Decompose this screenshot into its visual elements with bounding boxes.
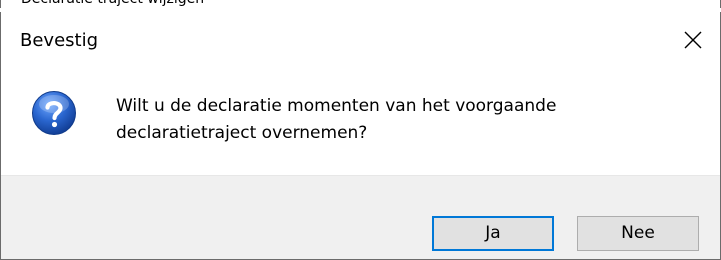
confirm-dialog: Bevestig Wilt u de declaratie momenten v… bbox=[0, 12, 721, 260]
no-button[interactable]: Nee bbox=[577, 216, 699, 251]
close-button[interactable] bbox=[668, 12, 720, 67]
dialog-message-line-2: declaratietraject overnemen? bbox=[116, 123, 368, 143]
question-icon bbox=[32, 91, 76, 135]
dialog-button-bar: Ja Nee bbox=[1, 175, 720, 259]
dialog-content: Wilt u de declaratie momenten van het vo… bbox=[1, 67, 720, 175]
dialog-title-bar[interactable]: Bevestig bbox=[1, 12, 720, 67]
background-window-caption: Declaratie traject wijzigen bbox=[0, 0, 721, 8]
yes-button[interactable]: Ja bbox=[432, 216, 554, 251]
dialog-title: Bevestig bbox=[20, 30, 99, 51]
background-window-title: Declaratie traject wijzigen bbox=[21, 0, 204, 8]
close-icon bbox=[684, 31, 702, 49]
dialog-message-line-1: Wilt u de declaratie momenten van het vo… bbox=[116, 96, 557, 116]
dialog-message: Wilt u de declaratie momenten van het vo… bbox=[116, 93, 696, 147]
